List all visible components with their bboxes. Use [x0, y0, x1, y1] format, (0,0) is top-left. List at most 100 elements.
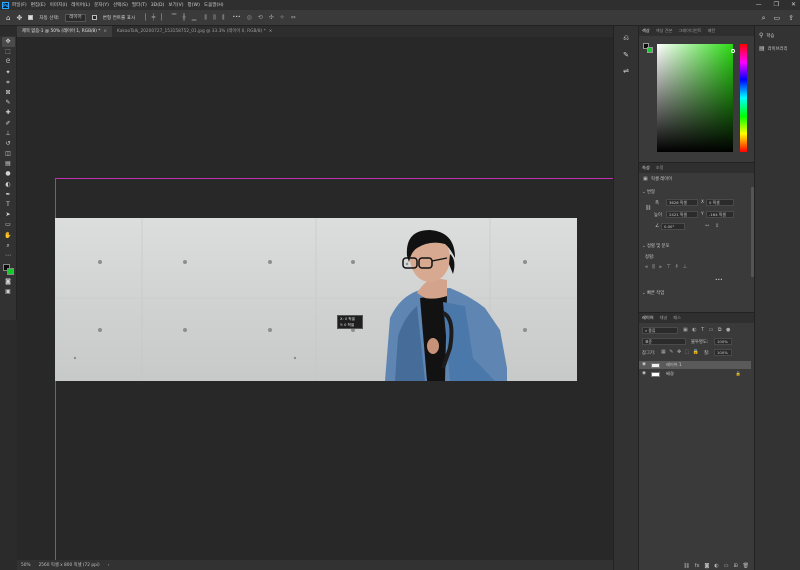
- menu-window[interactable]: 창(W): [188, 2, 200, 8]
- dodge-tool-icon[interactable]: ◐: [2, 180, 15, 190]
- height-field[interactable]: 2421 픽셀: [666, 211, 698, 218]
- trash-icon[interactable]: 🗑: [743, 561, 749, 570]
- move-tool-icon[interactable]: ✥: [1, 37, 15, 48]
- distribute-buttons[interactable]: ⫼ ⫼ ⫼: [204, 14, 226, 22]
- filter-toggle-icon[interactable]: ●: [726, 327, 730, 333]
- healing-brush-tool-icon[interactable]: ✚: [2, 108, 15, 118]
- gradient-tool-icon[interactable]: ▤: [2, 159, 15, 169]
- link-proportions-icon[interactable]: ⛓: [645, 205, 651, 211]
- canvas-area[interactable]: X: 0 픽셀 Y: 0 픽셀: [17, 37, 613, 560]
- menu-3d[interactable]: 3D(D): [151, 3, 165, 8]
- quick-mask-icon[interactable]: ◙: [2, 277, 15, 287]
- pen-tool-icon[interactable]: ✒: [2, 190, 15, 200]
- tab-layers[interactable]: 레이어: [642, 313, 654, 323]
- blend-mode-dropdown[interactable]: 표준: [642, 338, 686, 345]
- close-icon[interactable]: ×: [269, 29, 273, 34]
- document-tab[interactable]: KakaoTalk_20200727_153158752_01.jpg @ 33…: [112, 26, 277, 37]
- align-buttons[interactable]: ▕ ╪ ▏ ▔ ╫ ▁: [141, 14, 198, 21]
- history-panel-icon[interactable]: ⎌: [623, 34, 629, 43]
- filter-smart-icon[interactable]: ⧉: [718, 327, 722, 333]
- color-picker-field[interactable]: [657, 44, 733, 152]
- eye-icon[interactable]: ◉: [642, 370, 646, 378]
- menu-edit[interactable]: 편집(E): [31, 2, 46, 8]
- opacity-field[interactable]: 100%: [714, 338, 732, 345]
- show-transform-checkbox[interactable]: [91, 15, 97, 20]
- edit-toolbar-icon[interactable]: ⋯: [2, 251, 15, 261]
- y-field[interactable]: -164 픽셀: [706, 211, 734, 218]
- auto-select-checkbox[interactable]: [28, 15, 34, 20]
- auto-select-dropdown[interactable]: 레이어: [65, 13, 86, 22]
- tab-adjustments[interactable]: 조정: [656, 163, 664, 173]
- menu-view[interactable]: 보기(V): [168, 2, 183, 8]
- lock-buttons[interactable]: ▦ ✎ ✥ ⬚ 🔒: [661, 349, 699, 355]
- transform-heading[interactable]: ⌄ 변형: [642, 189, 655, 195]
- x-field[interactable]: 0 픽셀: [706, 199, 734, 206]
- fill-field[interactable]: 100%: [714, 349, 732, 356]
- align-more-button[interactable]: •••: [715, 278, 723, 283]
- home-icon[interactable]: ⌂: [6, 14, 10, 22]
- width-field[interactable]: 3626 픽셀: [666, 199, 698, 206]
- search-icon[interactable]: ⌕: [762, 14, 766, 23]
- blur-tool-icon[interactable]: ●: [2, 169, 15, 179]
- crop-tool-icon[interactable]: ⌗: [2, 78, 15, 88]
- status-menu-arrow[interactable]: ›: [108, 563, 110, 568]
- menu-filter[interactable]: 필터(T): [132, 2, 147, 8]
- hue-slider[interactable]: [740, 44, 747, 152]
- zoom-level[interactable]: 50%: [21, 563, 31, 568]
- layer-filter-dropdown[interactable]: ⌕ 종류: [642, 327, 678, 334]
- 3d-mode-buttons[interactable]: ◎ ⟲ ✣ ✧ ⇔: [247, 14, 298, 21]
- panel-background-swatch[interactable]: [647, 47, 653, 53]
- tab-color[interactable]: 색상: [642, 26, 650, 36]
- brush-tool-icon[interactable]: ✐: [2, 119, 15, 129]
- align-top-icon[interactable]: ⊤: [666, 264, 670, 270]
- tab-paths[interactable]: 패스: [673, 313, 681, 323]
- lock-artboard-icon[interactable]: ⬚: [685, 349, 690, 355]
- rectangle-tool-icon[interactable]: ▭: [2, 220, 15, 230]
- align-buttons-panel[interactable]: ⫷ ⫼ ⫸ ⊤ ⫩ ⊥: [645, 264, 687, 270]
- lasso-tool-icon[interactable]: ᘓ: [2, 57, 15, 67]
- type-tool-icon[interactable]: T: [2, 200, 15, 210]
- add-mask-icon[interactable]: ◙: [704, 561, 709, 570]
- layer-name[interactable]: 레이어 1: [666, 361, 682, 369]
- align-left-icon[interactable]: ⫷: [645, 264, 648, 270]
- screen-mode-icon[interactable]: ▣: [2, 287, 15, 297]
- frame-tool-icon[interactable]: ⊠: [2, 88, 15, 98]
- align-hcenter-icon[interactable]: ⫼: [652, 264, 654, 270]
- new-adjustment-icon[interactable]: ◐: [714, 561, 718, 570]
- tab-properties[interactable]: 속성: [642, 163, 650, 173]
- menu-select[interactable]: 선택(S): [113, 2, 128, 8]
- zoom-tool-icon[interactable]: ⌕: [2, 241, 15, 251]
- background-color-swatch[interactable]: [6, 268, 14, 276]
- maximize-button[interactable]: ❐: [774, 0, 779, 10]
- menu-image[interactable]: 이미지(I): [50, 2, 68, 8]
- tab-swatches[interactable]: 색상 견본: [656, 26, 673, 36]
- lock-paint-icon[interactable]: ✎: [669, 349, 673, 355]
- lock-transparency-icon[interactable]: ▦: [661, 349, 666, 355]
- filter-adjust-icon[interactable]: ◐: [692, 327, 696, 333]
- learn-panel-button[interactable]: ⚲ 학습: [755, 26, 800, 39]
- new-layer-icon[interactable]: ⊞: [733, 561, 737, 570]
- filter-type-icon[interactable]: T: [701, 327, 704, 333]
- menu-layer[interactable]: 레이어(L): [71, 2, 90, 8]
- lock-position-icon[interactable]: ✥: [677, 349, 681, 355]
- close-icon[interactable]: ×: [103, 29, 107, 34]
- align-heading[interactable]: ⌄ 정렬 및 분포: [642, 243, 669, 249]
- path-selection-tool-icon[interactable]: ➤: [2, 210, 15, 220]
- fx-icon[interactable]: fx: [695, 561, 700, 570]
- history-brush-tool-icon[interactable]: ↺: [2, 139, 15, 149]
- angle-field[interactable]: 0.00°: [661, 223, 685, 230]
- tab-patterns[interactable]: 패턴: [708, 26, 716, 36]
- move-tool-preset-icon[interactable]: ✥: [16, 14, 22, 22]
- filter-shape-icon[interactable]: ▭: [709, 327, 714, 333]
- flip-vertical-icon[interactable]: ⇳: [715, 223, 719, 229]
- magic-wand-tool-icon[interactable]: ✦: [2, 68, 15, 78]
- tab-channels[interactable]: 채널: [660, 313, 668, 323]
- filter-pixel-icon[interactable]: ▣: [683, 327, 688, 333]
- menu-help[interactable]: 도움말(H): [204, 2, 224, 8]
- tab-gradients[interactable]: 그레이디언트: [678, 26, 701, 36]
- minimize-button[interactable]: —: [756, 0, 762, 10]
- libraries-panel-button[interactable]: ▤ 라이브러리: [755, 39, 800, 52]
- layer-row[interactable]: ◉ 레이어 1: [639, 361, 751, 369]
- workspace-icon[interactable]: ▭: [774, 14, 781, 22]
- menu-file[interactable]: 파일(F): [12, 2, 27, 8]
